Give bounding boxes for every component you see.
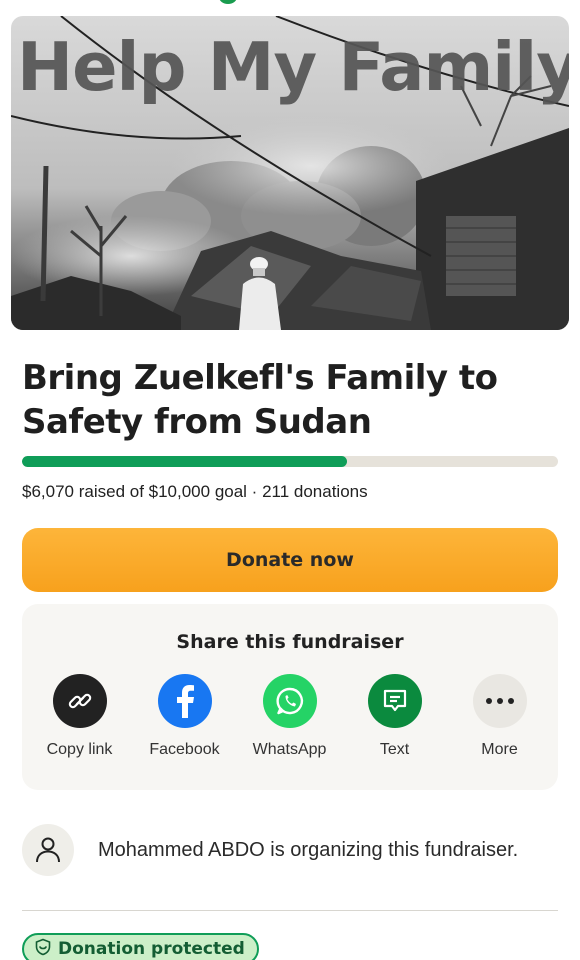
donation-protected-badge[interactable]: Donation protected — [22, 933, 259, 960]
organizer-row[interactable]: Mohammed ABDO is organizing this fundrai… — [22, 824, 558, 878]
user-avatar-icon — [22, 824, 74, 876]
section-divider — [22, 910, 558, 911]
share-label: More — [481, 741, 518, 758]
share-more-button[interactable]: More — [447, 674, 552, 759]
progress-fill — [22, 456, 348, 467]
progress-bar — [22, 456, 558, 467]
share-label: Facebook — [149, 741, 220, 758]
shield-icon — [34, 938, 52, 960]
donate-now-button[interactable]: Donate now — [22, 528, 558, 592]
more-icon — [472, 674, 527, 728]
campaign-title: Bring Zuelkefl's Family to Safety from S… — [22, 358, 498, 442]
share-label: Text — [379, 741, 410, 758]
share-copy-link-button[interactable]: Copy link — [27, 674, 132, 759]
share-panel: Share this fundraiser Copy link Facebook… — [22, 604, 558, 790]
hero-overlay-text: Help My Family — [17, 28, 569, 106]
donation-protected-label: Donation protected — [58, 939, 245, 959]
share-label: WhatsApp — [252, 741, 327, 758]
facebook-icon — [157, 674, 212, 728]
share-whatsapp-button[interactable]: WhatsApp — [237, 674, 342, 759]
top-indicator-dot — [219, 0, 237, 4]
whatsapp-icon — [262, 674, 317, 728]
organizer-text: Mohammed ABDO is organizing this fundrai… — [98, 839, 519, 861]
hero-image: Help My Family — [11, 16, 569, 330]
text-message-icon — [367, 674, 422, 728]
share-facebook-button[interactable]: Facebook — [132, 674, 237, 759]
raised-summary: $6,070 raised of $10,000 goal · 211 dona… — [22, 482, 368, 501]
share-text-button[interactable]: Text — [342, 674, 447, 759]
share-label: Copy link — [46, 741, 113, 758]
link-icon — [52, 674, 107, 728]
share-title: Share this fundraiser — [176, 631, 404, 653]
